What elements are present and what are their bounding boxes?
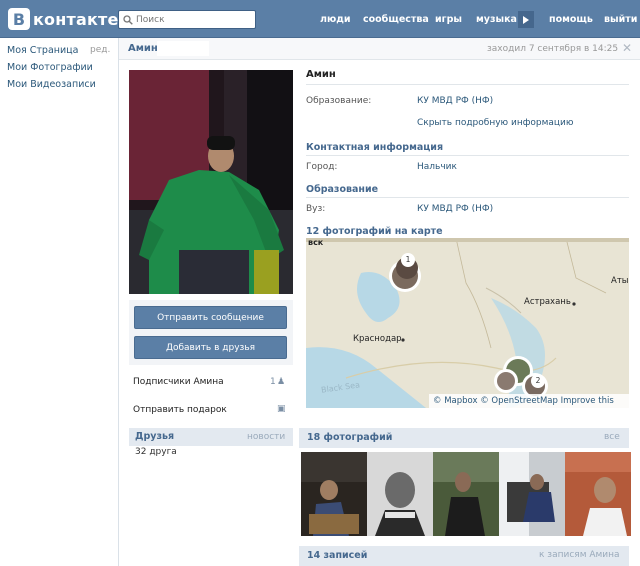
photo-thumb[interactable] (367, 452, 433, 536)
education-value[interactable]: КУ МВД РФ (НФ) (417, 96, 493, 106)
last-seen: заходил 7 сентября в 14:25 (487, 44, 619, 54)
nav-groups[interactable]: сообщества (363, 14, 429, 25)
friends-title: Друзья (135, 431, 175, 442)
photo-image (301, 452, 367, 536)
nav-people[interactable]: люди (320, 14, 351, 25)
photo-image (367, 452, 433, 536)
city-value[interactable]: Нальчик (417, 162, 457, 172)
photos-header[interactable]: 18 фотографий все (299, 428, 629, 448)
friends-news-link[interactable]: новости (247, 432, 285, 442)
nav-people-wrap: люди (320, 0, 351, 38)
logo-letter: В (8, 8, 30, 30)
photo-image (565, 452, 631, 536)
education-label: Образование: (306, 96, 372, 106)
action-buttons: Отправить сообщение Добавить в друзья (129, 300, 293, 365)
nav-music-wrap: музыка (476, 0, 517, 38)
profile-name-bar: Амин заходил 7 сентября в 14:25 ✕ (119, 38, 640, 60)
university-value[interactable]: КУ МВД РФ (НФ) (417, 204, 493, 214)
search-input[interactable] (136, 11, 251, 28)
gift-icon: ▣ (277, 404, 286, 414)
play-icon (523, 15, 529, 24)
menu-my-page[interactable]: Моя Страница (7, 45, 78, 56)
photos-title: 18 фотографий (307, 432, 393, 443)
map-title[interactable]: 12 фотографий на карте (306, 226, 443, 237)
divider (306, 155, 629, 156)
photo-image (433, 452, 499, 536)
logo-text: контакте (33, 9, 119, 29)
photo-thumb[interactable] (433, 452, 499, 536)
nav-logout[interactable]: выйти (604, 14, 637, 25)
photos-all-link[interactable]: все (604, 432, 620, 442)
people-icon: ♟ (277, 377, 286, 387)
send-message-button[interactable]: Отправить сообщение (134, 306, 287, 329)
divider (306, 84, 629, 85)
subscribers-link[interactable]: Подписчики Амина (133, 377, 224, 387)
close-icon[interactable]: ✕ (622, 41, 632, 55)
menu-edit-link[interactable]: ред. (90, 45, 110, 55)
map-label-krasnodar: Краснодар (353, 334, 402, 344)
left-menu: Моя Страница ред. Мои Фотографии Мои Вид… (0, 38, 118, 566)
nav-music[interactable]: музыка (476, 14, 517, 25)
posts-header[interactable]: 14 записей к записям Амина (299, 546, 629, 566)
photo-thumb[interactable] (565, 452, 631, 536)
search-icon (123, 14, 133, 25)
hide-details-link[interactable]: Скрыть подробную информацию (417, 118, 573, 128)
contacts-title: Контактная информация (306, 142, 444, 153)
send-gift-link[interactable]: Отправить подарок (133, 405, 227, 415)
map-label-astrakhan: Астрахань (524, 297, 571, 307)
top-header: В контакте люди сообщества игры музыка п… (0, 0, 640, 38)
nav-help[interactable]: помощь (549, 14, 593, 25)
nav-groups-wrap: сообщества (363, 0, 429, 38)
subscribers-count: 1 (270, 377, 276, 387)
search-box[interactable] (118, 10, 256, 29)
nav-games-wrap: игры (435, 0, 462, 38)
map-label-atyrau: Аты (611, 276, 629, 286)
menu-my-photos[interactable]: Мои Фотографии (7, 62, 93, 73)
map-credit[interactable]: © Mapbox © OpenStreetMap Improve this ma… (429, 394, 629, 408)
nav-logout-wrap: выйти (604, 0, 637, 38)
posts-all-link[interactable]: к записям Амина (539, 550, 620, 560)
photo-image (499, 452, 565, 536)
divider (306, 197, 629, 198)
add-friend-button[interactable]: Добавить в друзья (134, 336, 287, 359)
map-marker-count[interactable]: 1 (401, 253, 415, 267)
vk-logo[interactable]: В контакте (8, 8, 119, 30)
photo-map[interactable]: вск Астрахань Аты Краснодар Black Sea 1 … (306, 238, 629, 408)
profile-avatar[interactable] (129, 70, 293, 294)
nav-games[interactable]: игры (435, 14, 462, 25)
redacted-surname (157, 41, 209, 56)
profile-main: Амин заходил 7 сентября в 14:25 ✕ Отправ… (118, 38, 640, 566)
map-marker-count[interactable]: 2 (531, 374, 545, 388)
profile-name-title: Амин (128, 43, 158, 54)
nav-help-wrap: помощь (549, 0, 593, 38)
map-label-city-1: вск (308, 238, 324, 247)
posts-title: 14 записей (307, 550, 368, 561)
photo-thumb[interactable] (301, 452, 367, 536)
music-play-button[interactable] (518, 11, 534, 28)
friends-count: 32 друга (135, 447, 177, 457)
university-label: Вуз: (306, 204, 326, 214)
info-name: Амин (306, 69, 336, 80)
menu-my-videos[interactable]: Мои Видеозаписи (7, 79, 96, 90)
photo-thumb[interactable] (499, 452, 565, 536)
avatar-photo (129, 70, 293, 294)
education-title: Образование (306, 184, 379, 195)
friends-header[interactable]: Друзья новости (129, 428, 293, 446)
city-label: Город: (306, 162, 338, 172)
